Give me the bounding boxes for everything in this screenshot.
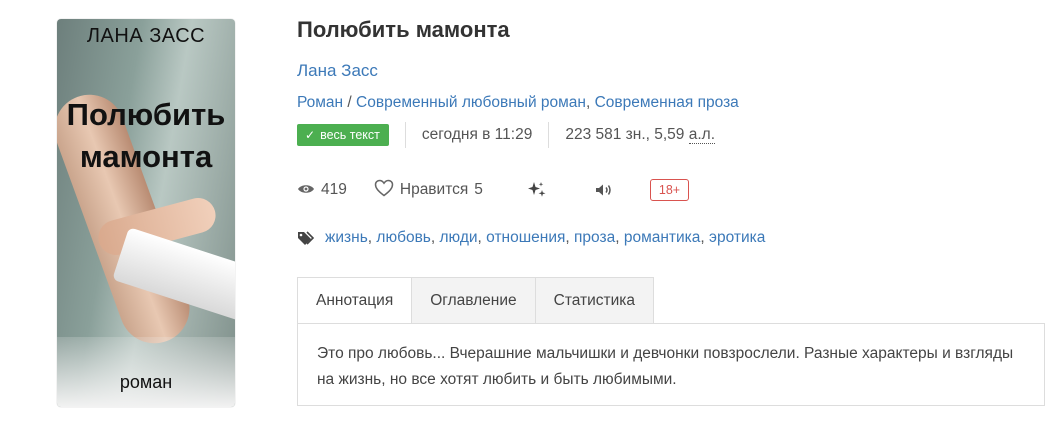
likes-count: 5 (474, 181, 483, 198)
genre-separator: , (585, 94, 595, 111)
sparkle-icon[interactable] (527, 181, 547, 199)
genre-link[interactable]: Современная проза (595, 94, 739, 111)
likes-label: Нравится (399, 181, 469, 198)
tag-link[interactable]: эротика (709, 229, 765, 246)
genre-link[interactable]: Современный любовный роман (356, 94, 586, 111)
like-button[interactable]: Нравится 5 (374, 179, 483, 202)
divider (404, 122, 406, 148)
tag-link[interactable]: проза (574, 229, 615, 246)
author-sheets-unit[interactable]: а.л. (688, 126, 716, 144)
meta-row: ✓ весь текст сегодня в 11:29 223 581 зн.… (297, 122, 716, 148)
check-icon: ✓ (305, 128, 316, 142)
tab-annotation[interactable]: Аннотация (297, 277, 413, 324)
tag-link[interactable]: люди (440, 229, 478, 246)
char-count-value: 223 581 зн., 5,59 (565, 126, 689, 143)
author-link[interactable]: Лана Засс (297, 61, 378, 81)
cover-author: ЛАНА ЗАСС (86, 25, 206, 47)
tab-contents[interactable]: Оглавление (412, 277, 536, 324)
tag-link[interactable]: романтика (624, 229, 701, 246)
views-stat: 419 (297, 181, 347, 199)
tag-link[interactable]: жизнь (325, 229, 368, 246)
tag-link[interactable]: отношения (486, 229, 565, 246)
genre-list: Роман / Современный любовный роман, Совр… (297, 94, 739, 112)
speaker-icon[interactable] (595, 183, 613, 197)
char-count: 223 581 зн., 5,59 а.л. (565, 126, 716, 144)
views-count: 419 (321, 181, 347, 198)
book-title: Полюбить мамонта (297, 17, 510, 42)
book-cover[interactable]: ЛАНА ЗАСС Полюбить мамонта роман (57, 19, 235, 407)
annotation-text: Это про любовь... Вчерашние мальчишки и … (317, 345, 1014, 388)
heart-icon (374, 179, 394, 202)
updated-time: сегодня в 11:29 (421, 126, 533, 143)
cover-title: Полюбить мамонта (66, 97, 226, 174)
tag-list: жизнь, любовь, люди, отношения, проза, р… (297, 229, 765, 247)
stats-row: 419 Нравится 5 18+ (297, 176, 690, 204)
status-badge: ✓ весь текст (297, 124, 389, 146)
genre-link[interactable]: Роман (297, 94, 343, 111)
age-rating-badge: 18+ (649, 179, 690, 201)
cover-genre: роман (119, 372, 173, 392)
tag-icon (297, 230, 319, 246)
status-badge-label: весь текст (320, 128, 380, 142)
tab-statistics[interactable]: Статистика (535, 277, 655, 324)
eye-icon (297, 182, 315, 199)
annotation-panel: Это про любовь... Вчерашние мальчишки и … (297, 323, 1045, 406)
divider (548, 122, 550, 148)
tag-link[interactable]: любовь (376, 229, 430, 246)
tab-bar: Аннотация Оглавление Статистика (297, 277, 655, 324)
genre-separator: / (343, 94, 357, 111)
